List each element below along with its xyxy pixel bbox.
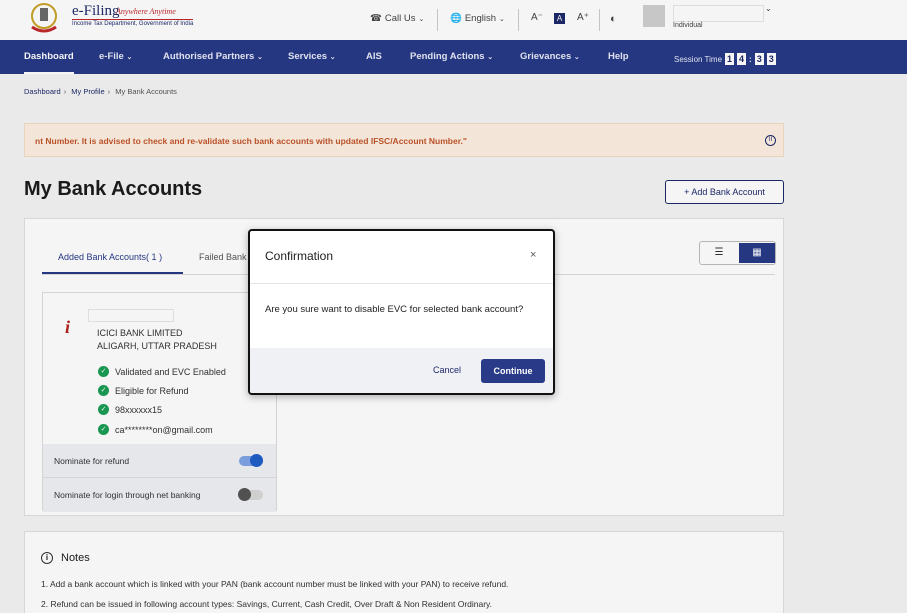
continue-button[interactable]: Continue	[481, 359, 545, 383]
dialog-title: Confirmation	[265, 249, 334, 263]
confirmation-dialog: Confirmation × Are you sure want to disa…	[248, 229, 555, 395]
cancel-button[interactable]: Cancel	[433, 365, 461, 375]
dialog-message: Are you sure want to disable EVC for sel…	[265, 304, 524, 315]
close-icon[interactable]: ×	[530, 249, 536, 261]
